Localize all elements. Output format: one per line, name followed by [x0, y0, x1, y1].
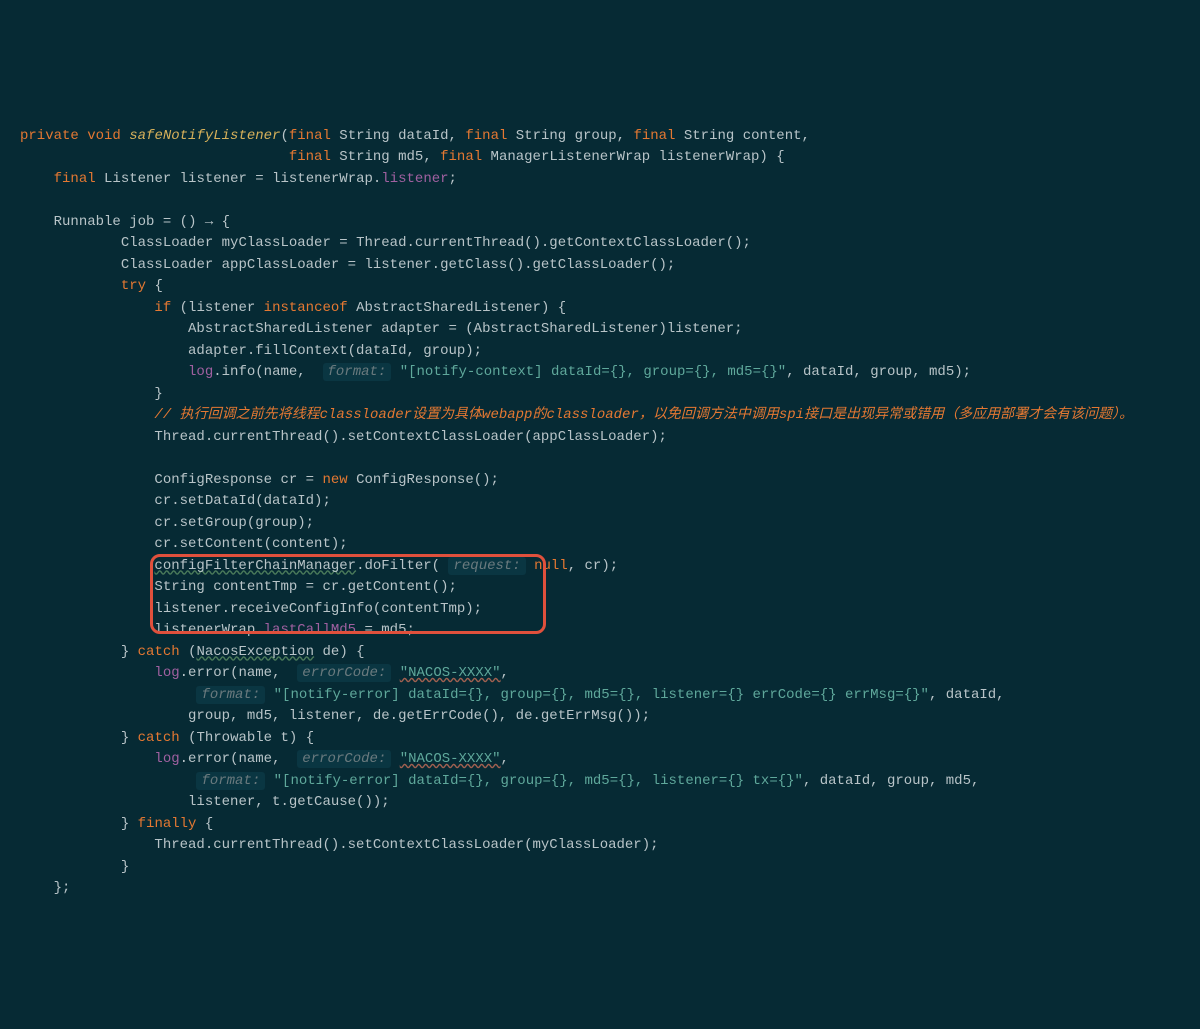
code-line: }; — [20, 880, 70, 896]
code-line: log.error(name, errorCode: "NACOS-XXXX", — [20, 664, 509, 682]
code-line: ConfigResponse cr = new ConfigResponse()… — [20, 472, 499, 488]
code-line: cr.setContent(content); — [20, 536, 348, 552]
code-line: format: "[notify-error] dataId={}, group… — [20, 686, 1005, 704]
code-line: cr.setDataId(dataId); — [20, 493, 331, 509]
code-line: String contentTmp = cr.getContent(); — [20, 579, 457, 595]
code-line: AbstractSharedListener adapter = (Abstra… — [20, 321, 743, 337]
code-line: } catch (NacosException de) { — [20, 644, 365, 660]
code-line: } finally { — [20, 816, 213, 832]
code-line: private void safeNotifyListener(final St… — [20, 128, 810, 144]
code-line: if (listener instanceof AbstractSharedLi… — [20, 300, 566, 316]
code-line: // 执行回调之前先将线程classloader设置为具体webapp的clas… — [20, 407, 1133, 423]
code-line: adapter.fillContext(dataId, group); — [20, 343, 482, 359]
code-line: listener.receiveConfigInfo(contentTmp); — [20, 601, 482, 617]
code-line: listenerWrap.lastCallMd5 = md5; — [20, 622, 415, 638]
code-line: Thread.currentThread().setContextClassLo… — [20, 837, 659, 853]
code-line: final Listener listener = listenerWrap.l… — [20, 171, 457, 187]
code-line: } — [20, 859, 129, 875]
code-line: ClassLoader appClassLoader = listener.ge… — [20, 257, 675, 273]
code-line: log.error(name, errorCode: "NACOS-XXXX", — [20, 750, 509, 768]
code-line: } — [20, 386, 163, 402]
code-line: ClassLoader myClassLoader = Thread.curre… — [20, 235, 751, 251]
code-editor[interactable]: private void safeNotifyListener(final St… — [20, 104, 1180, 921]
code-line: listener, t.getCause()); — [20, 794, 390, 810]
code-line: } catch (Throwable t) { — [20, 730, 314, 746]
code-line: group, md5, listener, de.getErrCode(), d… — [20, 708, 650, 724]
code-line: log.info(name, format: "[notify-context]… — [20, 363, 971, 381]
code-line: configFilterChainManager.doFilter( reque… — [20, 557, 618, 575]
code-line: Runnable job = () → { — [20, 214, 230, 230]
code-line: Thread.currentThread().setContextClassLo… — [20, 429, 667, 445]
code-line: final String md5, final ManagerListenerW… — [20, 149, 785, 165]
code-line: format: "[notify-error] dataId={}, group… — [20, 772, 979, 790]
code-line: cr.setGroup(group); — [20, 515, 314, 531]
code-line: try { — [20, 278, 163, 294]
